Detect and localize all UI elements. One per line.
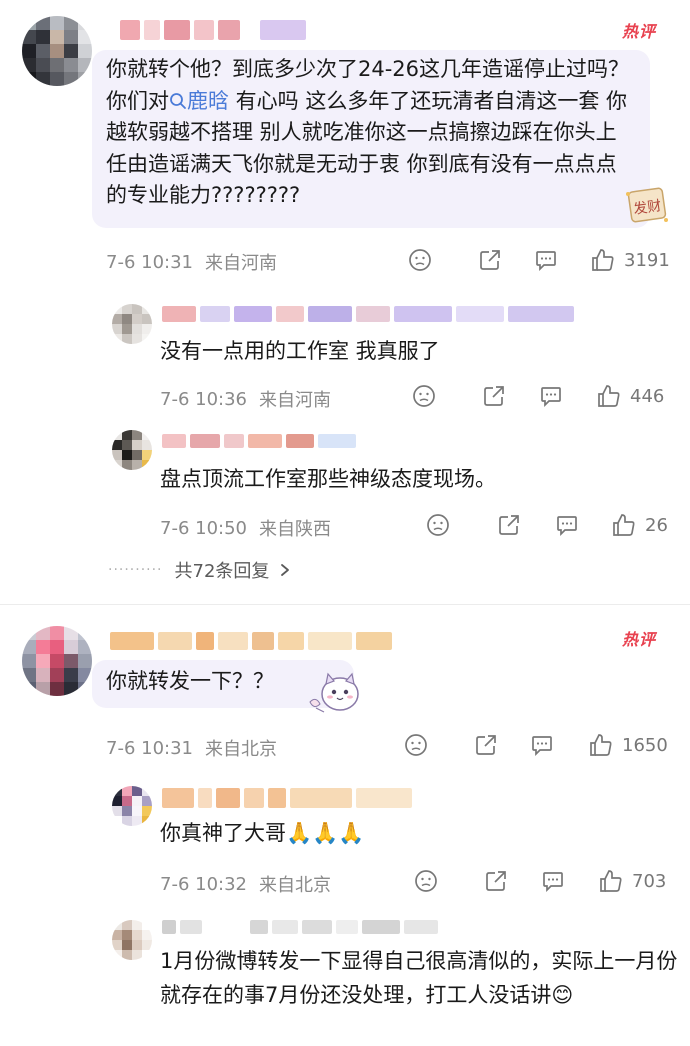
dislike-button[interactable]	[412, 384, 436, 408]
location: 来自北京	[205, 739, 277, 760]
reply-button[interactable]	[539, 384, 563, 408]
chevron-right-icon	[281, 564, 290, 576]
like-count: 1650	[622, 734, 668, 756]
avatar[interactable]	[112, 786, 152, 826]
like-count: 26	[645, 514, 668, 536]
location: 来自河南	[205, 253, 277, 274]
avatar[interactable]	[112, 920, 152, 960]
like-icon	[600, 870, 622, 892]
username-blurred[interactable]	[162, 306, 574, 322]
comment-icon	[541, 387, 561, 408]
comment-icon	[532, 736, 552, 757]
share-icon	[486, 871, 506, 891]
hot-comment-badge: 热评	[622, 22, 657, 41]
share-icon	[484, 386, 504, 406]
like-count: 3191	[624, 249, 670, 271]
avatar[interactable]	[112, 304, 152, 344]
dislike-icon	[409, 249, 431, 271]
dislike-button[interactable]	[414, 869, 438, 893]
share-button[interactable]	[474, 733, 498, 757]
avatar[interactable]	[112, 430, 152, 470]
username-blurred[interactable]	[162, 788, 412, 808]
like-icon	[590, 734, 612, 756]
share-icon	[480, 250, 500, 270]
like-button[interactable]: 446	[596, 383, 664, 409]
like-icon	[592, 249, 614, 271]
hot-comment-badge: 热评	[622, 630, 657, 649]
like-button[interactable]: 1650	[588, 732, 668, 758]
comment-icon	[557, 516, 577, 537]
like-count: 703	[632, 870, 667, 892]
reply-meta: 7-6 10:50 来自陕西	[160, 515, 331, 541]
like-icon	[598, 385, 620, 407]
timestamp: 7-6 10:50	[160, 517, 247, 539]
like-count: 446	[630, 385, 665, 407]
comment-meta: 7-6 10:31 来自北京	[106, 735, 277, 761]
timestamp: 7-6 10:31	[106, 251, 193, 273]
like-button[interactable]: 26	[611, 512, 668, 538]
share-button[interactable]	[497, 513, 521, 537]
more-replies-label: 共72条回复	[174, 561, 270, 582]
comment-text: 你就转个他？到底多少次了24-26这几年造谣停止过吗？你们对 鹿晗 有心吗 这么多…	[92, 50, 650, 228]
dislike-icon	[405, 734, 427, 756]
cat-sticker	[306, 668, 366, 718]
reply-meta: 7-6 10:36 来自河南	[160, 386, 331, 412]
fortune-sticker: 发财	[620, 184, 672, 228]
comment-icon	[543, 872, 563, 893]
avatar[interactable]	[22, 16, 92, 86]
dots-icon: ··········	[108, 562, 163, 578]
dislike-icon	[415, 870, 437, 892]
timestamp: 7-6 10:32	[160, 873, 247, 895]
reply-button[interactable]	[541, 869, 565, 893]
dislike-icon	[413, 385, 435, 407]
like-icon	[613, 514, 635, 536]
share-icon	[476, 735, 496, 755]
location: 来自北京	[259, 875, 331, 896]
timestamp: 7-6 10:31	[106, 737, 193, 759]
username-blurred[interactable]	[120, 20, 306, 40]
dislike-button[interactable]	[408, 248, 432, 272]
share-button[interactable]	[484, 869, 508, 893]
divider	[0, 604, 690, 605]
timestamp: 7-6 10:36	[160, 388, 247, 410]
comment-icon	[536, 251, 556, 272]
reply-text: 1月份微博转发一下显得自己很高清似的，实际上一月份就存在的事7月份还没处理，打工…	[160, 949, 678, 1007]
reply-text: 你真神了大哥🙏🙏🙏	[160, 821, 365, 845]
username-blurred[interactable]	[162, 434, 356, 448]
dislike-button[interactable]	[426, 513, 450, 537]
reply-text: 没有一点用的工作室 我真服了	[160, 339, 440, 363]
reply-meta: 7-6 10:32 来自北京	[160, 871, 331, 897]
location: 来自陕西	[259, 519, 331, 540]
comment-meta: 7-6 10:31 来自河南	[106, 249, 277, 275]
dislike-icon	[427, 514, 449, 536]
search-icon	[170, 92, 186, 109]
share-icon	[499, 515, 519, 535]
share-button[interactable]	[478, 248, 502, 272]
avatar[interactable]	[22, 626, 92, 696]
share-button[interactable]	[482, 384, 506, 408]
like-button[interactable]: 3191	[590, 247, 670, 273]
username-blurred[interactable]	[162, 920, 438, 934]
location: 来自河南	[259, 390, 331, 411]
reply-text: 盘点顶流工作室那些神级态度现场。	[160, 467, 496, 491]
username-blurred[interactable]	[110, 632, 392, 650]
topic-link[interactable]: 鹿晗	[169, 89, 229, 113]
view-more-replies[interactable]: ·········· 共72条回复	[108, 557, 293, 583]
dislike-button[interactable]	[404, 733, 428, 757]
reply-button[interactable]	[555, 513, 579, 537]
reply-button[interactable]	[534, 248, 558, 272]
like-button[interactable]: 703	[598, 868, 666, 894]
reply-button[interactable]	[530, 733, 554, 757]
